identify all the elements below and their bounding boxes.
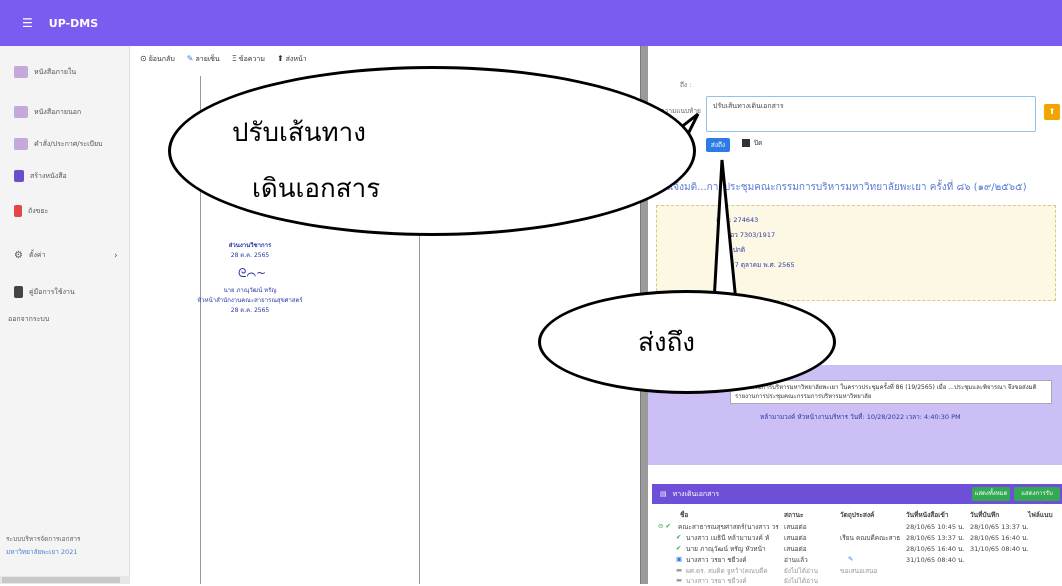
callout-pointer-2 — [712, 159, 738, 304]
callout-text-2: เดินเอกสาร — [252, 174, 381, 204]
callout-text-1: ปรับเส้นทาง — [232, 118, 366, 148]
callout-text-3: ส่งถึง — [638, 328, 696, 358]
